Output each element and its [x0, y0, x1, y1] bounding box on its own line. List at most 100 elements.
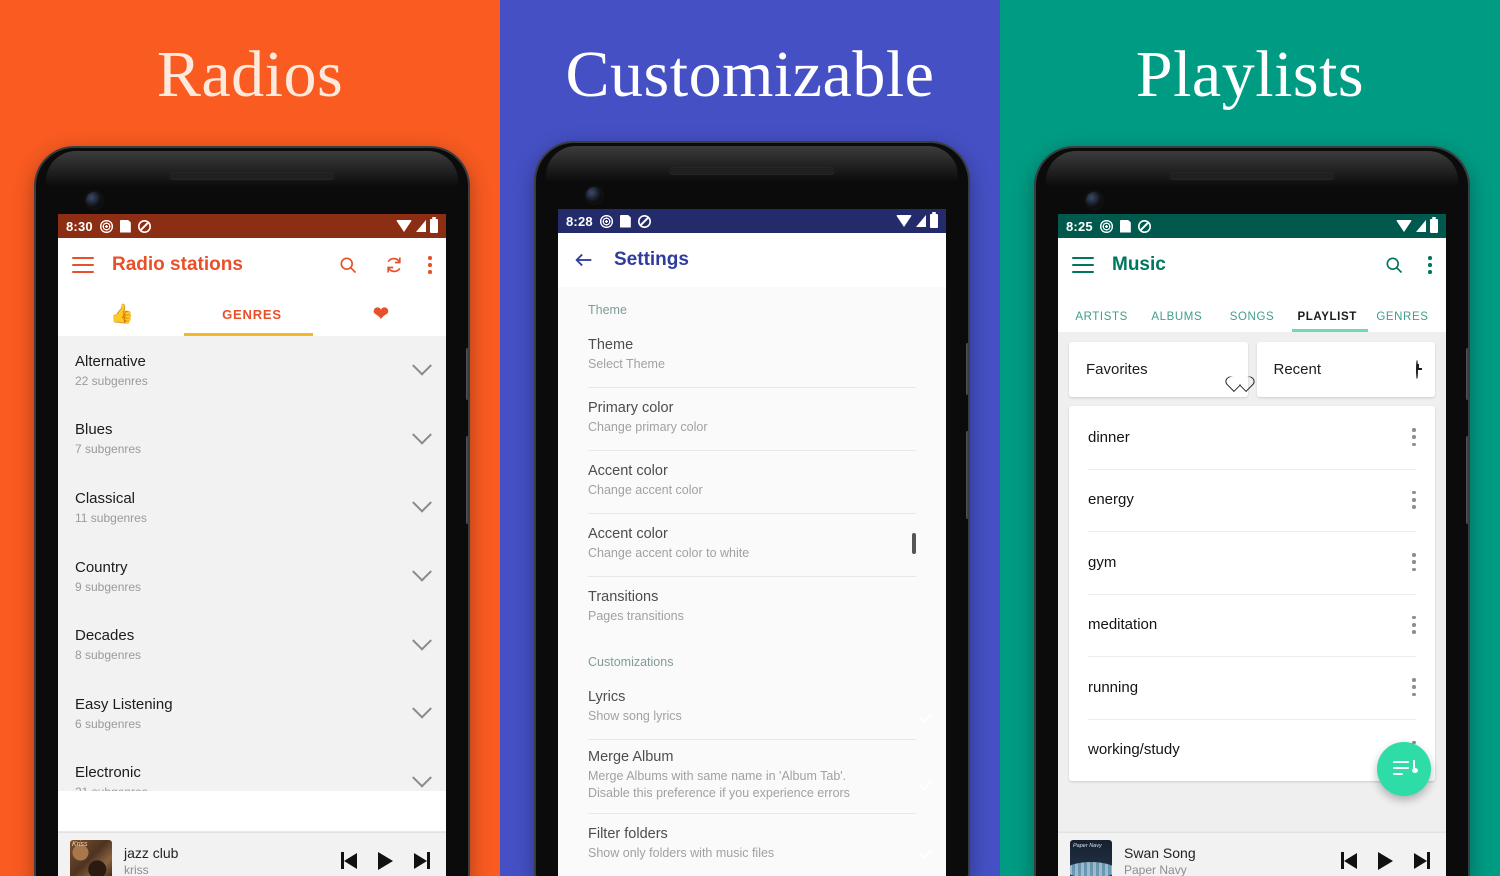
overflow-icon[interactable]	[1428, 256, 1432, 274]
chevron-down-icon[interactable]	[412, 561, 432, 582]
app-bar-radios: Radio stations	[58, 238, 446, 292]
genre-name: Country	[75, 558, 128, 576]
hamburger-icon[interactable]	[72, 257, 94, 273]
previous-icon[interactable]	[341, 852, 357, 869]
album-artwork	[1070, 839, 1112, 876]
power-button[interactable]	[466, 348, 468, 400]
list-item[interactable]: energy	[1069, 468, 1435, 532]
overflow-icon[interactable]	[1412, 428, 1416, 447]
quick-card-favorites[interactable]: Favorites	[1069, 342, 1248, 397]
do-not-disturb-icon	[138, 220, 151, 233]
chevron-down-icon[interactable]	[412, 424, 432, 445]
setting-row-transitions[interactable]: Transitions Pages transitions	[558, 577, 946, 639]
tab-songs[interactable]: SONGS	[1214, 311, 1289, 332]
tab-genres[interactable]: GENRES	[187, 307, 316, 322]
setting-row-accent-color[interactable]: Accent color Change accent color	[558, 451, 946, 513]
chevron-down-icon[interactable]	[412, 356, 432, 376]
chevron-down-icon[interactable]	[412, 630, 432, 651]
panel-headline-customizable: Customizable	[565, 38, 935, 111]
setting-row-merge-album[interactable]: Merge Album Merge Albums with same name …	[558, 740, 946, 813]
power-button[interactable]	[966, 343, 968, 395]
previous-icon[interactable]	[1341, 852, 1357, 869]
list-item[interactable]: gym	[1069, 531, 1435, 594]
mini-player[interactable]: jazz club kriss	[58, 832, 446, 876]
settings-list[interactable]: Theme Theme Select Theme Primary color C…	[558, 287, 946, 876]
next-icon[interactable]	[414, 852, 430, 869]
setting-name: Lyrics	[588, 689, 626, 706]
list-item[interactable]: Country 9 subgenres	[58, 542, 446, 611]
overflow-icon[interactable]	[1412, 678, 1416, 697]
tab-favorites[interactable]: ❤	[317, 305, 446, 324]
phone-mockup-settings: 8:28 Settings Theme Theme Select Theme P…	[536, 143, 968, 876]
setting-subtitle: Change accent color	[588, 483, 703, 498]
mini-player[interactable]: Swan Song Paper Navy	[1058, 832, 1446, 876]
setting-row-lyrics[interactable]: Lyrics Show song lyrics	[558, 677, 946, 739]
volume-button[interactable]	[966, 431, 968, 519]
setting-row-theme[interactable]: Theme Select Theme	[558, 325, 946, 387]
tab-genres[interactable]: GENRES	[1365, 311, 1440, 332]
next-icon[interactable]	[1414, 852, 1430, 869]
setting-row-accent-color-white[interactable]: Accent color Change accent color to whit…	[558, 514, 946, 576]
clock-icon	[1416, 359, 1418, 379]
list-item[interactable]: Decades 8 subgenres	[58, 610, 446, 679]
tab-thumbs-up[interactable]: 👍	[58, 305, 187, 324]
screenshot-stage: Radios 8:30 Radio stations 👍 GENRES ❤ Al…	[0, 0, 1500, 876]
chevron-down-icon[interactable]	[412, 767, 432, 788]
setting-row-filter-folders[interactable]: Filter folders Show only folders with mu…	[558, 814, 946, 876]
quick-card-recent[interactable]: Recent	[1256, 342, 1435, 397]
setting-subtitle: Pages transitions	[588, 609, 684, 624]
genre-name: Decades	[75, 627, 135, 645]
overflow-icon[interactable]	[1412, 490, 1416, 509]
list-item[interactable]: meditation	[1069, 593, 1435, 657]
search-icon[interactable]	[336, 253, 360, 277]
quick-card-label: Favorites	[1086, 361, 1148, 378]
overflow-icon[interactable]	[428, 256, 432, 274]
setting-name: Merge Album	[588, 749, 674, 765]
phone-screen-radios: 8:30 Radio stations 👍 GENRES ❤ Alternati…	[58, 214, 446, 876]
hamburger-icon[interactable]	[1072, 257, 1094, 273]
chevron-down-icon[interactable]	[412, 493, 432, 514]
genre-list[interactable]: Alternative 22 subgenres Blues 7 subgenr…	[58, 336, 446, 791]
queue-music-fab[interactable]	[1377, 742, 1431, 796]
wifi-icon	[396, 220, 412, 232]
signal-icon	[916, 215, 926, 227]
list-item[interactable]: Alternative 22 subgenres	[58, 336, 446, 405]
volume-button[interactable]	[466, 436, 468, 524]
sd-card-icon	[619, 214, 631, 228]
list-item[interactable]: Classical 11 subgenres	[58, 473, 446, 542]
power-button[interactable]	[1466, 348, 1468, 400]
list-item[interactable]: Blues 7 subgenres	[58, 405, 446, 474]
setting-subtitle: Change accent color to white	[588, 546, 750, 561]
panel-playlists: Playlists 8:25 Music ARTISTS ALBUMS SONG…	[1000, 0, 1500, 876]
playlist-name: energy	[1088, 491, 1134, 509]
list-item[interactable]: dinner	[1069, 406, 1435, 469]
tab-bar-music: ARTISTS ALBUMS SONGS PLAYLIST GENRES	[1058, 292, 1446, 332]
play-icon[interactable]	[1378, 851, 1393, 870]
tab-albums[interactable]: ALBUMS	[1139, 311, 1214, 332]
setting-name: Accent color	[588, 526, 668, 543]
search-icon[interactable]	[1382, 253, 1406, 277]
play-icon[interactable]	[378, 851, 393, 870]
list-item[interactable]: Easy Listening 6 subgenres	[58, 679, 446, 748]
list-item[interactable]: running	[1069, 656, 1435, 719]
setting-subtitle: Change primary color	[588, 420, 708, 435]
tab-artists[interactable]: ARTISTS	[1064, 311, 1139, 332]
panel-radios: Radios 8:30 Radio stations 👍 GENRES ❤ Al…	[0, 0, 500, 876]
phone-mockup-playlists: 8:25 Music ARTISTS ALBUMS SONGS PLAYLIST…	[1036, 148, 1468, 876]
volume-button[interactable]	[1466, 436, 1468, 524]
status-bar: 8:28	[558, 209, 946, 233]
chevron-down-icon[interactable]	[412, 699, 432, 719]
status-time: 8:30	[66, 218, 93, 234]
arrow-back-icon[interactable]	[572, 248, 596, 272]
signal-icon	[1416, 220, 1426, 232]
earpiece-speaker	[169, 172, 335, 180]
refresh-icon[interactable]	[382, 253, 406, 277]
setting-row-primary-color[interactable]: Primary color Change primary color	[558, 388, 946, 450]
app-bar-settings: Settings	[558, 233, 946, 287]
sd-card-icon	[1119, 219, 1131, 233]
accent-white-checkbox[interactable]	[912, 533, 916, 554]
list-item[interactable]: Electronic 21 subgenres	[58, 748, 446, 791]
overflow-icon[interactable]	[1412, 553, 1416, 572]
phone-screen-playlists: 8:25 Music ARTISTS ALBUMS SONGS PLAYLIST…	[1058, 214, 1446, 876]
overflow-icon[interactable]	[1412, 615, 1416, 634]
